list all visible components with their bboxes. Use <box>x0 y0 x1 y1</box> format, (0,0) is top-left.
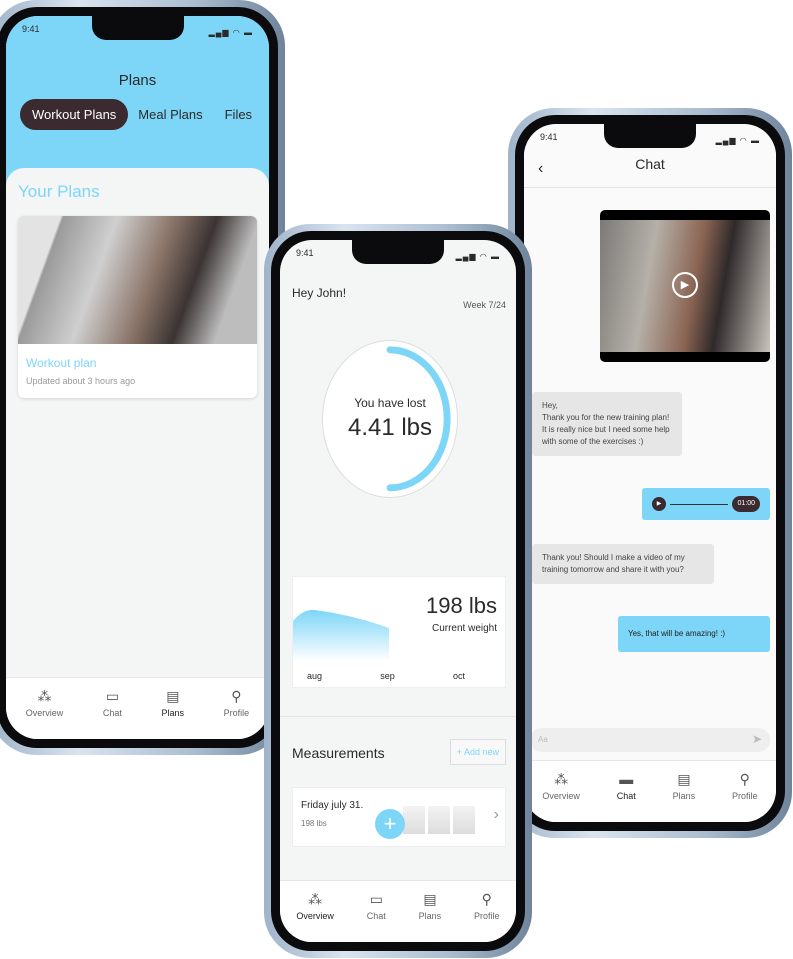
measurement-photos <box>403 806 475 834</box>
nav-plans[interactable]: ▤ Plans <box>162 688 185 739</box>
overview-icon: ⁂ <box>37 688 52 704</box>
overview-icon: ⁂ <box>308 891 323 907</box>
progress-ring: You have lost 4.41 lbs <box>322 340 458 498</box>
status-icons: ▂▄▆ ◠ ▬ <box>455 252 500 261</box>
progress-arc <box>386 346 451 492</box>
chat-icon: ▬ <box>619 771 634 787</box>
nav-overview[interactable]: ⁂ Overview <box>26 688 64 739</box>
send-icon[interactable]: ➤ <box>752 732 762 746</box>
phone-chat: 9:41 ▂▄▆ ◠ ▬ ‹ Chat ▶ Hey, Thank you for… <box>508 108 792 838</box>
status-time: 9:41 <box>296 248 314 258</box>
chat-icon: ▭ <box>105 688 120 704</box>
plan-updated: Updated about 3 hours ago <box>26 376 136 386</box>
plans-icon: ▤ <box>166 688 180 704</box>
status-time: 9:41 <box>540 132 558 142</box>
message-in: Thank you! Should I make a video of my t… <box>532 544 714 584</box>
nav-plans[interactable]: ▤ Plans <box>673 771 696 822</box>
plans-icon: ▤ <box>423 891 437 907</box>
weight-card[interactable]: 198 lbs Current weight aug sep oct <box>292 576 506 688</box>
plan-card[interactable]: Workout plan Updated about 3 hours ago <box>18 216 257 398</box>
nav-chat[interactable]: ▭ Chat <box>367 891 386 942</box>
play-icon[interactable]: ▶ <box>672 272 698 298</box>
status-icons: ▂▄▆ ◠ ▬ <box>715 136 760 145</box>
page-title: Plans <box>118 72 157 89</box>
section-title: Measurements <box>292 745 385 761</box>
nav-profile[interactable]: ⚲ Profile <box>224 688 250 739</box>
add-fab-button[interactable]: + <box>375 809 405 839</box>
nav-overview[interactable]: ⁂ Overview <box>296 891 334 942</box>
greeting: Hey John! <box>292 286 347 300</box>
plans-icon: ▤ <box>677 771 691 787</box>
status-icons: ▂▄▆ ◠ ▬ <box>208 28 253 37</box>
weight-value: 198 lbs <box>426 593 497 618</box>
nav-plans[interactable]: ▤ Plans <box>419 891 442 942</box>
message-in: Hey, Thank you for the new training plan… <box>532 392 682 456</box>
chevron-right-icon: › <box>493 806 499 823</box>
overview-icon: ⁂ <box>554 771 569 787</box>
profile-icon: ⚲ <box>231 688 242 704</box>
tab-bar: ⁂ Overview ▬ Chat ▤ Plans ⚲ Profile <box>524 760 776 822</box>
tab-files[interactable]: Files <box>225 107 252 122</box>
week-indicator: Week 7/24 <box>463 300 506 310</box>
month-label: aug <box>307 671 323 681</box>
section-title: Your Plans <box>18 182 100 201</box>
tab-meal-plans[interactable]: Meal Plans <box>138 107 202 122</box>
plan-image <box>18 216 257 344</box>
phone-plans: 9:41 ▂▄▆ ◠ ▬ Plans Workout Plans Meal Pl… <box>0 0 285 755</box>
message-out: Yes, that will be amazing! :) <box>618 616 770 652</box>
nav-overview[interactable]: ⁂ Overview <box>542 771 580 822</box>
plan-title: Workout plan <box>26 356 97 370</box>
notch <box>352 240 444 264</box>
month-label: oct <box>452 671 465 681</box>
notch <box>91 16 184 40</box>
profile-icon: ⚲ <box>739 771 750 787</box>
message-input[interactable]: Aa ➤ <box>530 728 770 752</box>
play-icon[interactable]: ▶ <box>652 497 666 511</box>
nav-chat[interactable]: ▬ Chat <box>617 771 636 822</box>
weight-chart <box>293 609 389 661</box>
tab-workout-plans[interactable]: Workout Plans <box>20 99 129 130</box>
phone-overview: 9:41 ▂▄▆ ◠ ▬ Hey John! Week 7/24 You hav… <box>264 224 532 958</box>
status-time: 9:41 <box>22 24 40 34</box>
tab-bar: ⁂ Overview ▭ Chat ▤ Plans ⚲ Profile <box>6 677 269 739</box>
nav-profile[interactable]: ⚲ Profile <box>732 771 758 822</box>
add-new-button[interactable]: + Add new <box>449 739 506 765</box>
nav-profile[interactable]: ⚲ Profile <box>474 891 500 942</box>
notch <box>604 124 696 148</box>
profile-icon: ⚲ <box>481 891 492 907</box>
month-label: sep <box>380 671 395 681</box>
tab-bar: ⁂ Overview ▭ Chat ▤ Plans ⚲ Profile <box>280 880 516 942</box>
nav-chat[interactable]: ▭ Chat <box>103 688 122 739</box>
audio-message[interactable]: ▶ 01:00 <box>642 488 770 520</box>
video-message[interactable]: ▶ <box>600 210 770 362</box>
page-title: Chat <box>635 156 665 172</box>
weight-label: Current weight <box>431 623 497 634</box>
chat-icon: ▭ <box>369 891 383 907</box>
